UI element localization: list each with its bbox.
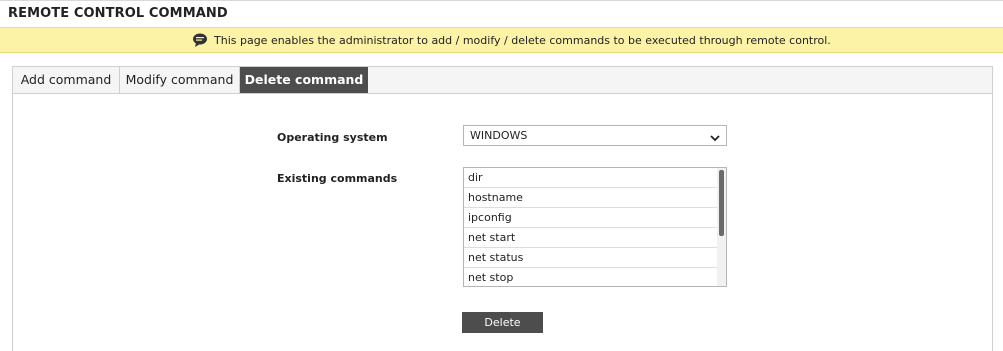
- commands-listbox[interactable]: dir hostname ipconfig net start net stat…: [463, 167, 727, 287]
- commands-label: Existing commands: [277, 172, 398, 185]
- page-title: REMOTE CONTROL COMMAND: [8, 6, 228, 21]
- tab-delete-command[interactable]: Delete command: [240, 67, 368, 93]
- info-banner: This page enables the administrator to a…: [0, 28, 1003, 53]
- list-item[interactable]: net start: [464, 228, 718, 248]
- tab-bar: Add command Modify command Delete comman…: [13, 67, 992, 94]
- list-item[interactable]: dir: [464, 168, 718, 188]
- scrollbar-thumb[interactable]: [719, 170, 724, 236]
- chevron-down-icon: [710, 129, 720, 142]
- tab-add-command[interactable]: Add command: [13, 67, 120, 93]
- list-item[interactable]: ipconfig: [464, 208, 718, 228]
- title-bar: REMOTE CONTROL COMMAND: [0, 0, 1003, 28]
- os-select[interactable]: WINDOWS: [463, 125, 727, 146]
- info-text: This page enables the administrator to a…: [214, 33, 831, 47]
- command-panel: Add command Modify command Delete comman…: [12, 66, 993, 351]
- list-item[interactable]: net status: [464, 248, 718, 268]
- delete-button[interactable]: Delete: [462, 312, 543, 333]
- scrollbar-track[interactable]: [717, 168, 726, 286]
- chat-bubble-icon: [192, 32, 208, 48]
- list-item[interactable]: net stop: [464, 268, 718, 286]
- list-item[interactable]: hostname: [464, 188, 718, 208]
- os-label: Operating system: [277, 131, 388, 144]
- info-content: This page enables the administrator to a…: [192, 32, 831, 48]
- tab-modify-command[interactable]: Modify command: [120, 67, 240, 93]
- os-select-value: WINDOWS: [470, 129, 528, 142]
- page: REMOTE CONTROL COMMAND This page enables…: [0, 0, 1003, 351]
